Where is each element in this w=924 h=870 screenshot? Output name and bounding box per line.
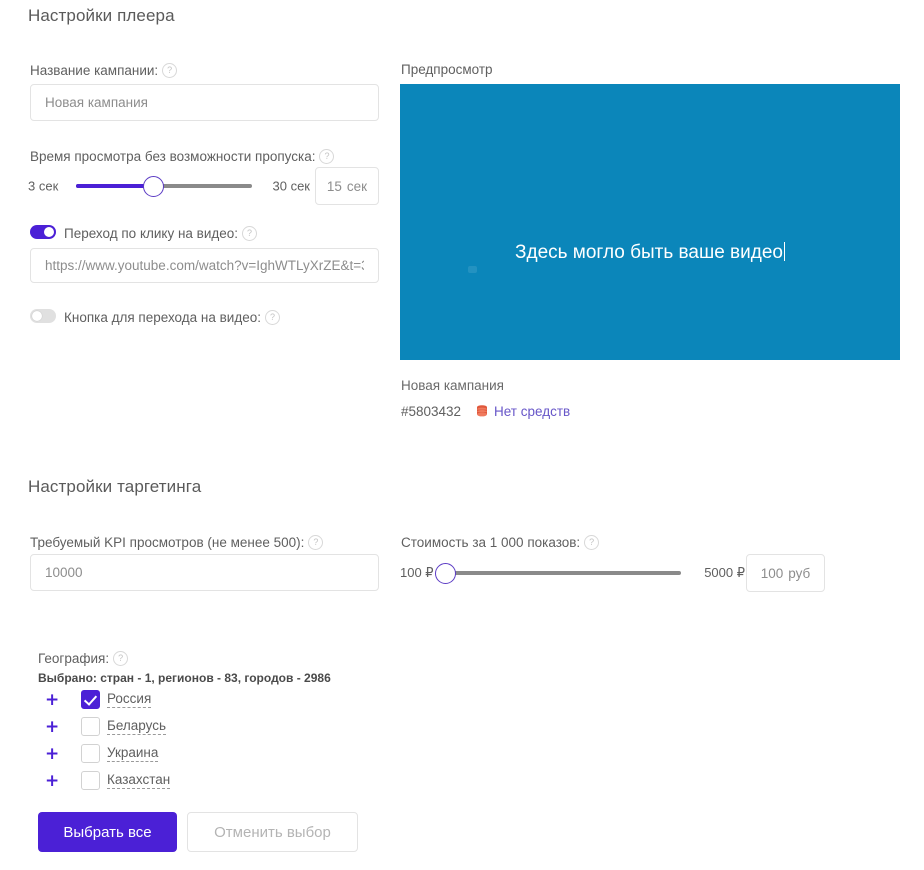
campaign-name-help-icon[interactable]: ? — [162, 62, 178, 78]
preview-campaign-id: #5803432 — [401, 404, 462, 419]
geo-label-russia[interactable]: Россия — [107, 690, 152, 708]
geography-help-icon[interactable]: ? — [113, 650, 129, 666]
player-settings-page: Настройки плеера Название кампании:? Вре… — [0, 0, 924, 870]
geo-checkbox-belarus[interactable] — [81, 717, 100, 736]
geography-label: География:? — [38, 650, 129, 666]
skip-time-knob[interactable] — [142, 175, 164, 197]
select-all-button[interactable]: Выбрать все — [38, 812, 177, 852]
skip-time-track[interactable] — [76, 175, 252, 197]
geo-label-belarus[interactable]: Беларусь — [107, 717, 167, 735]
campaign-name-input[interactable] — [30, 84, 379, 121]
cpm-track[interactable] — [434, 562, 681, 584]
skip-time-min-label: 3 сек — [28, 178, 59, 194]
cpm-unit: руб — [788, 565, 811, 581]
targeting-settings-heading: Настройки таргетинга — [28, 477, 202, 496]
expand-plus-icon[interactable]: + — [45, 773, 59, 790]
button-to-video-help-icon[interactable]: ? — [264, 309, 280, 325]
button-to-video-label: Кнопка для перехода на видео:? — [64, 309, 280, 325]
kpi-label: Требуемый KPI просмотров (не менее 500):… — [30, 534, 324, 550]
geo-item-kazakhstan[interactable]: + Казахстан — [45, 771, 305, 793]
preview-faint-marker — [468, 266, 477, 273]
button-to-video-toggle-knob — [32, 311, 42, 321]
kpi-help-icon[interactable]: ? — [308, 534, 324, 550]
expand-plus-icon[interactable]: + — [45, 746, 59, 763]
expand-plus-icon[interactable]: + — [45, 692, 59, 709]
skip-time-unit: сек — [346, 178, 368, 194]
geography-summary: Выбрано: стран - 1, регионов - 83, город… — [38, 671, 331, 685]
skip-time-fill — [76, 184, 154, 188]
skip-time-max-label: 30 сек — [272, 178, 311, 194]
skip-time-label-text: Время просмотра без возможности пропуска… — [30, 148, 316, 164]
text-caret — [783, 242, 785, 261]
geo-item-ukraine[interactable]: + Украина — [45, 744, 305, 766]
click-through-url-input[interactable] — [30, 248, 379, 283]
coins-icon — [477, 405, 487, 417]
cpm-max-label: 5000 ₽ — [704, 565, 745, 580]
button-to-video-label-text: Кнопка для перехода на видео: — [64, 309, 261, 325]
expand-plus-icon[interactable]: + — [45, 719, 59, 736]
campaign-name-label: Название кампании:? — [30, 62, 178, 78]
campaign-name-label-text: Название кампании: — [30, 62, 159, 78]
cpm-value-box[interactable]: 100 руб — [746, 554, 825, 592]
preview-placeholder-text: Здесь могло быть ваше видео — [400, 242, 900, 264]
preview-label: Предпросмотр — [401, 62, 493, 77]
skip-time-value: 15 — [326, 178, 342, 194]
click-through-label-text: Переход по клику на видео: — [64, 225, 239, 241]
geo-item-belarus[interactable]: + Беларусь — [45, 717, 305, 739]
skip-time-help-icon[interactable]: ? — [319, 148, 335, 164]
preview-video-box[interactable]: Здесь могло быть ваше видео — [400, 84, 900, 360]
cpm-label-text: Стоимость за 1 000 показов: — [401, 534, 581, 550]
cpm-knob[interactable] — [434, 562, 456, 584]
geo-checkbox-ukraine[interactable] — [81, 744, 100, 763]
player-settings-heading: Настройки плеера — [28, 6, 175, 25]
cpm-slider[interactable]: 100 ₽ 5000 ₽ — [400, 560, 745, 586]
geo-label-ukraine[interactable]: Украина — [107, 744, 159, 762]
no-funds-link[interactable]: Нет средств — [494, 404, 570, 419]
kpi-label-text: Требуемый KPI просмотров (не менее 500): — [30, 534, 305, 550]
button-to-video-toggle[interactable] — [30, 309, 56, 323]
click-through-toggle-knob — [44, 227, 54, 237]
geo-label-kazakhstan[interactable]: Казахстан — [107, 771, 171, 789]
skip-time-value-box[interactable]: 15 сек — [315, 167, 379, 205]
click-through-toggle[interactable] — [30, 225, 56, 239]
skip-time-slider[interactable]: 3 сек 30 сек — [28, 173, 310, 199]
geo-checkbox-kazakhstan[interactable] — [81, 771, 100, 790]
geo-checkbox-russia[interactable] — [81, 690, 100, 709]
cpm-label: Стоимость за 1 000 показов:? — [401, 534, 600, 550]
click-through-label: Переход по клику на видео:? — [64, 225, 258, 241]
geo-item-russia[interactable]: + Россия — [45, 690, 305, 712]
cpm-value: 100 — [760, 565, 784, 581]
skip-time-label: Время просмотра без возможности пропуска… — [30, 148, 335, 164]
clear-selection-button[interactable]: Отменить выбор — [187, 812, 358, 852]
kpi-input[interactable] — [30, 554, 379, 591]
geography-label-text: География: — [38, 650, 110, 666]
preview-campaign-title: Новая кампания — [401, 378, 504, 393]
preview-placeholder-string: Здесь могло быть ваше видео — [515, 242, 783, 263]
cpm-min-label: 100 ₽ — [400, 565, 434, 580]
click-through-help-icon[interactable]: ? — [242, 225, 258, 241]
cpm-help-icon[interactable]: ? — [584, 534, 600, 550]
